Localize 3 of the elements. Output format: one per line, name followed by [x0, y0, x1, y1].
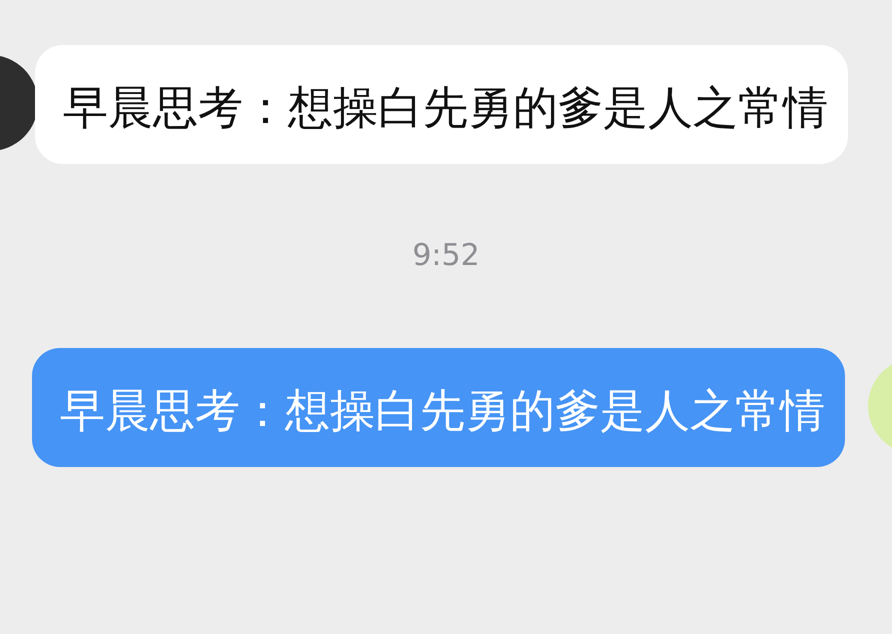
- message-bubble: 早晨思考：想操白先勇的爹是人之常情: [35, 45, 848, 164]
- message-bubble: 早晨思考：想操白先勇的爹是人之常情: [32, 348, 845, 467]
- timestamp: 9:52: [412, 237, 480, 275]
